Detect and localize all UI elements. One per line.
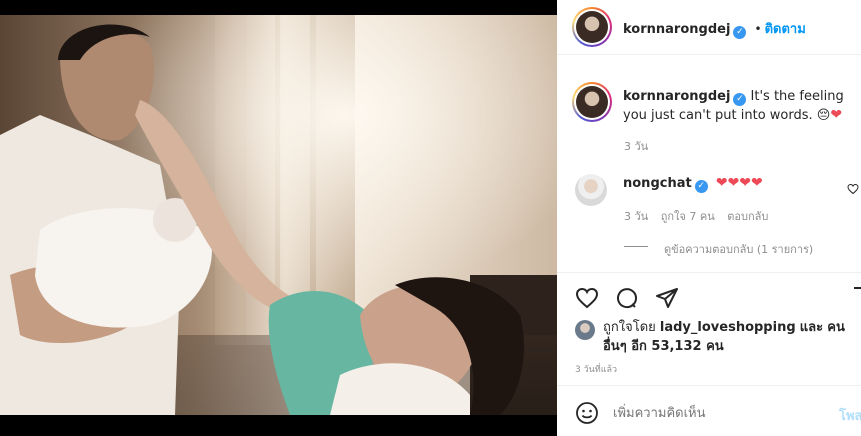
sad-face-emoji-icon: 😔 — [816, 108, 831, 123]
caption-username[interactable]: kornnarongdej — [623, 89, 730, 104]
comment-input[interactable] — [613, 403, 823, 423]
replies-line — [624, 246, 648, 247]
post-photo-illustration — [0, 15, 557, 415]
caption-time[interactable]: 3 วัน — [624, 137, 648, 155]
comment-likes[interactable]: ถูกใจ 7 คน — [661, 210, 715, 223]
likes-summary: ถูกใจโดย lady_loveshopping และ คนอื่นๆ อ… — [603, 318, 853, 356]
comment-avatar[interactable] — [575, 174, 607, 206]
likes-and: และ — [799, 320, 824, 335]
emoji-smiley-icon[interactable] — [575, 401, 599, 429]
share-plane-icon[interactable] — [655, 286, 679, 314]
post-side-panel: kornnarongdej ✓ • ติดตาม kornnarongdej ✓ It… — [557, 0, 861, 436]
verified-badge-icon: ✓ — [733, 93, 747, 106]
likes-prefix: ถูกใจโดย — [603, 320, 656, 335]
header-separator: • — [754, 22, 762, 36]
verified-badge-icon: ✓ — [694, 180, 708, 193]
view-replies-link[interactable]: ดูข้อความตอบกลับ (1 รายการ) — [664, 240, 813, 258]
header-username[interactable]: kornnarongdej — [623, 22, 730, 37]
comment-bubble-icon[interactable] — [615, 286, 639, 314]
post-comment-button[interactable]: โพสต์ — [839, 405, 861, 426]
bookmark-icon[interactable] — [853, 286, 861, 314]
follow-button[interactable]: ติดตาม — [765, 22, 806, 37]
comment-like-heart-icon[interactable] — [847, 180, 859, 199]
comment-time[interactable]: 3 วัน — [624, 210, 648, 223]
comment-hearts: ❤❤❤❤ — [715, 175, 763, 191]
red-heart-emoji-icon: ❤ — [830, 107, 843, 123]
comment-username[interactable]: nongchat — [623, 176, 692, 191]
post-header: kornnarongdej ✓ • ติดตาม — [557, 0, 861, 55]
actions-divider — [557, 272, 861, 273]
like-heart-icon[interactable] — [575, 286, 599, 314]
bottom-black-bar — [0, 415, 557, 436]
liker-avatar[interactable] — [575, 320, 595, 340]
comment-input-divider — [557, 385, 861, 386]
verified-badge-icon: ✓ — [733, 26, 747, 39]
header-avatar[interactable] — [572, 7, 612, 47]
top-black-bar — [0, 0, 557, 15]
comment-text-block: nongchat ✓ ❤❤❤❤ — [623, 175, 763, 193]
post-timestamp[interactable]: 3 วันที่แล้ว — [575, 362, 617, 376]
post-photo[interactable] — [0, 15, 557, 415]
caption-avatar[interactable] — [572, 82, 612, 122]
liker-username[interactable]: lady_loveshopping — [660, 320, 796, 335]
caption-text-block: kornnarongdej ✓ It's the feeling you just… — [623, 88, 855, 125]
reply-button[interactable]: ตอบกลับ — [727, 210, 768, 223]
comment-meta: 3 วัน ถูกใจ 7 คน ตอบกลับ — [624, 207, 768, 225]
